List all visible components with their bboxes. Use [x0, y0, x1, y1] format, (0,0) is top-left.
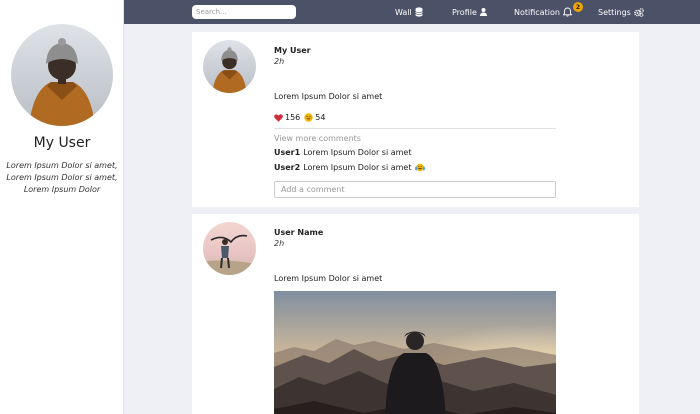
post-card: User Name 2h Lorem Ipsum Dolor si amet: [192, 214, 639, 414]
post-author-avatar[interactable]: [203, 40, 256, 93]
mountain-photo-image: [274, 291, 556, 414]
post-text: Lorem Ipsum Dolor si amet: [274, 92, 383, 101]
profile-avatar[interactable]: [11, 24, 113, 126]
database-icon: [414, 7, 423, 17]
view-more-comments-link[interactable]: View more comments: [274, 134, 361, 143]
user-icon: [479, 8, 487, 16]
nav-profile[interactable]: Profile: [452, 0, 487, 24]
comment-username[interactable]: User2: [274, 163, 300, 172]
post-text: Lorem Ipsum Dolor si amet: [274, 274, 383, 283]
post-timestamp: 2h: [274, 239, 285, 248]
laughing-crying-emoji-icon: [414, 163, 425, 172]
top-navbar: Wall Profile Notification 2 Settings: [124, 0, 700, 24]
post-author-avatar[interactable]: [203, 222, 256, 275]
nav-notification[interactable]: Notification 2: [514, 0, 583, 24]
smile-icon[interactable]: [304, 113, 313, 122]
smile-count: 54: [315, 113, 326, 122]
notification-bell: 2: [562, 2, 583, 17]
bell-icon: [562, 7, 572, 17]
post-reactions: 156 54: [274, 113, 325, 122]
nav-settings-label: Settings: [598, 7, 631, 17]
comment-item: User2 Lorem Ipsum Dolor si amet: [274, 163, 425, 172]
gears-icon: [633, 7, 644, 17]
comment-text: Lorem Ipsum Dolor si amet: [303, 163, 412, 172]
nav-profile-label: Profile: [452, 7, 477, 17]
profile-bio: Lorem Ipsum Dolor si amet, Lorem Ipsum D…: [6, 161, 118, 194]
post-author-name[interactable]: User Name: [274, 228, 323, 237]
post-author-name[interactable]: My User: [274, 46, 311, 55]
add-comment-input[interactable]: [274, 181, 556, 198]
post-timestamp: 2h: [274, 57, 285, 66]
nav-settings[interactable]: Settings: [598, 0, 644, 24]
profile-photo-image: [11, 24, 113, 126]
nav-wall-label: Wall: [395, 7, 412, 17]
notification-badge: 2: [572, 2, 583, 12]
nav-wall[interactable]: Wall: [395, 0, 423, 24]
search-input[interactable]: [192, 5, 296, 19]
post-image[interactable]: [274, 291, 556, 414]
heart-icon[interactable]: [274, 113, 283, 122]
profile-name: My User: [33, 135, 91, 151]
comment-username[interactable]: User1: [274, 148, 300, 157]
profile-sidebar: My User Lorem Ipsum Dolor si amet, Lorem…: [0, 0, 124, 414]
author-photo-image: [203, 222, 256, 275]
divider: [274, 128, 556, 129]
comment-item: User1 Lorem Ipsum Dolor si amet: [274, 148, 412, 157]
comment-text: Lorem Ipsum Dolor si amet: [303, 148, 412, 157]
nav-notification-label: Notification: [514, 7, 560, 17]
post-card: My User 2h Lorem Ipsum Dolor si amet 156…: [192, 32, 639, 207]
author-photo-image: [203, 40, 256, 93]
heart-count: 156: [285, 113, 301, 122]
